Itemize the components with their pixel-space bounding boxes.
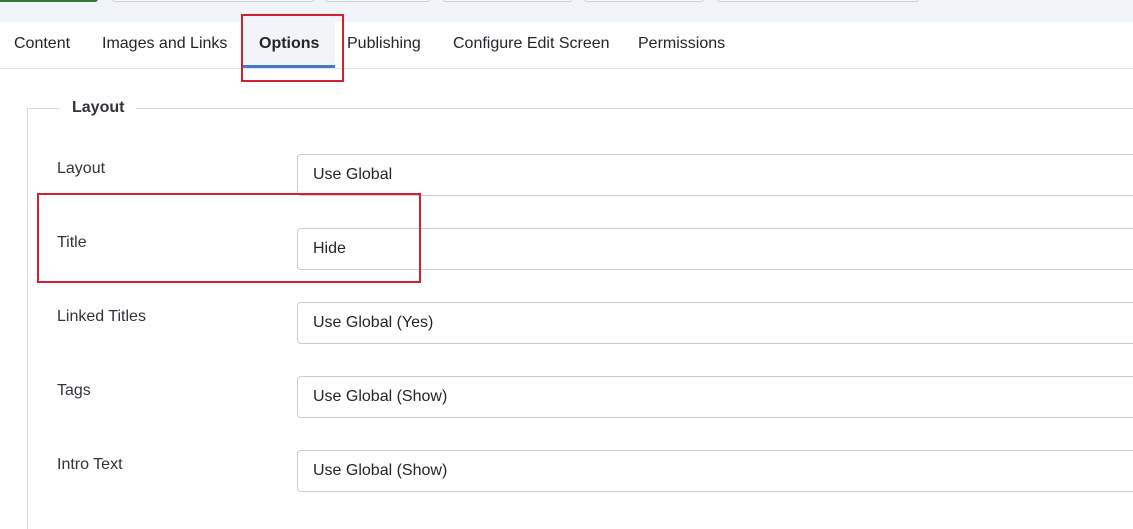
tab-configure-edit-screen[interactable]: Configure Edit Screen — [453, 22, 610, 66]
toolbar — [0, 0, 1133, 23]
tags-select[interactable]: Use Global (Show) — [297, 376, 1133, 418]
toolbar-button[interactable] — [443, 0, 572, 2]
linked-titles-label: Linked Titles — [57, 308, 146, 325]
title-label: Title — [57, 234, 87, 251]
layout-select[interactable]: Use Global — [297, 154, 1133, 196]
fieldset-legend: Layout — [60, 99, 137, 117]
toolbar-button-save[interactable] — [0, 0, 98, 2]
tab-content[interactable]: Content — [14, 22, 70, 66]
tab-options[interactable]: Options — [243, 22, 336, 68]
toolbar-button[interactable] — [584, 0, 704, 2]
tab-permissions[interactable]: Permissions — [638, 22, 725, 66]
intro-text-label: Intro Text — [57, 456, 123, 473]
title-select[interactable]: Hide — [297, 228, 1133, 270]
linked-titles-select[interactable]: Use Global (Yes) — [297, 302, 1133, 344]
tab-bar: Content Images and Links Options Publish… — [0, 22, 1133, 69]
tab-publishing[interactable]: Publishing — [347, 22, 421, 66]
toolbar-button[interactable] — [325, 0, 430, 2]
toolbar-button[interactable] — [717, 0, 919, 2]
intro-text-select[interactable]: Use Global (Show) — [297, 450, 1133, 492]
toolbar-button[interactable] — [112, 0, 314, 2]
layout-label: Layout — [57, 160, 106, 177]
tags-label: Tags — [57, 382, 91, 399]
tab-images-and-links[interactable]: Images and Links — [102, 22, 227, 66]
